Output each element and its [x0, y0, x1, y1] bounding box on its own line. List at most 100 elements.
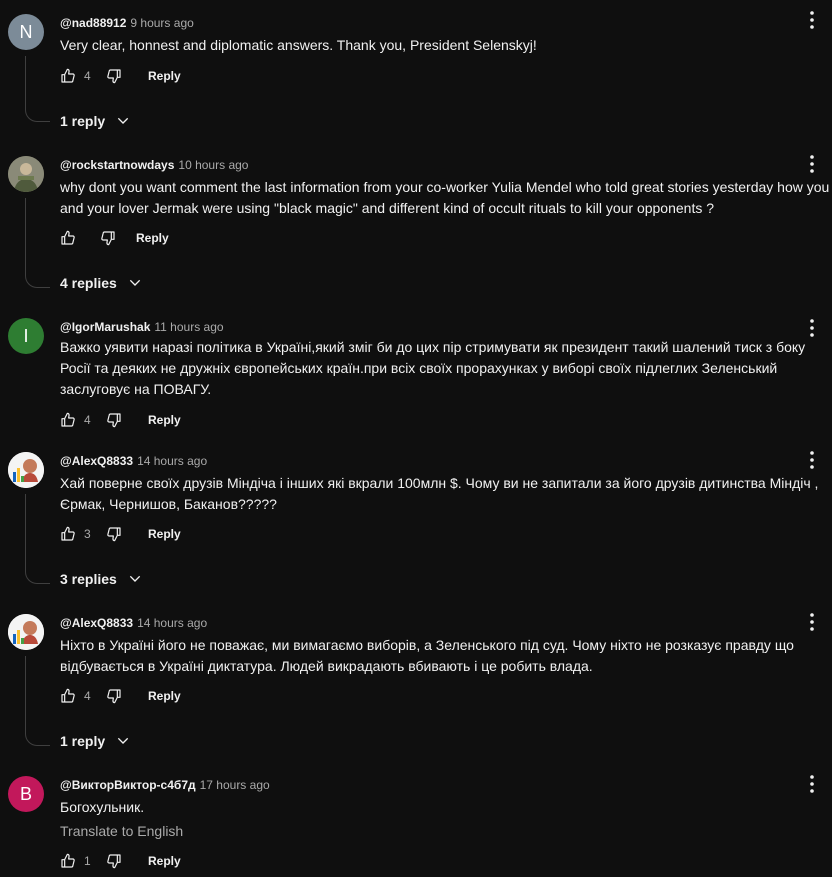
avatar-initial: N [19, 21, 33, 42]
reply-button[interactable]: Reply [148, 689, 181, 703]
dislike-button[interactable] [100, 230, 116, 246]
thumbs-down-icon [107, 69, 121, 84]
like-button[interactable] [60, 853, 76, 869]
dislike-button[interactable] [106, 688, 122, 704]
like-button[interactable] [60, 68, 76, 84]
thread-line [25, 494, 50, 584]
author-name[interactable]: @rockstartnowdays [60, 158, 174, 172]
author-name[interactable]: @AlexQ8833 [60, 616, 133, 630]
author-name[interactable]: @AlexQ8833 [60, 454, 133, 468]
timestamp[interactable]: 9 hours ago [130, 16, 193, 30]
more-options-button[interactable] [804, 612, 820, 632]
more-vertical-icon [810, 775, 814, 793]
dislike-button[interactable] [106, 412, 122, 428]
replies-count-label: 1 reply [60, 113, 106, 129]
comment-actions: 4 Reply [60, 686, 181, 706]
comment-text: Ніхто в Україні його не поважає, ми вима… [60, 637, 794, 674]
comment-text: Very clear, honnest and diplomatic answe… [60, 37, 537, 53]
chevron-down-icon [118, 117, 129, 124]
replies-count-label: 1 reply [60, 733, 106, 749]
thumbs-down-icon [107, 689, 121, 704]
author-name[interactable]: @ВикторВиктор-с4б7д [60, 778, 196, 792]
more-vertical-icon [810, 11, 814, 29]
dislike-button[interactable] [106, 68, 122, 84]
avatar[interactable] [8, 614, 44, 650]
more-vertical-icon [810, 155, 814, 173]
comment-actions: 1 Reply [60, 851, 181, 871]
like-button[interactable] [60, 230, 76, 246]
translate-button[interactable]: Translate to English [60, 823, 183, 839]
more-options-button[interactable] [804, 774, 820, 794]
like-button[interactable] [60, 526, 76, 542]
more-options-button[interactable] [804, 10, 820, 30]
more-options-button[interactable] [804, 154, 820, 174]
timestamp[interactable]: 11 hours ago [154, 320, 223, 334]
comment-header: @rockstartnowdays 10 hours ago [60, 158, 248, 172]
avatar[interactable]: N [8, 14, 44, 50]
comment-header: @AlexQ8833 14 hours ago [60, 454, 207, 468]
replies-count-label: 4 replies [60, 275, 117, 291]
comment-text: Важко уявити наразі політика в Україні,я… [60, 339, 806, 397]
reply-button[interactable]: Reply [148, 413, 181, 427]
view-replies-button[interactable]: 1 reply [60, 733, 131, 749]
avatar-photo [8, 452, 44, 488]
comment-header: @nad88912 9 hours ago [60, 16, 194, 30]
thread-line [25, 656, 50, 746]
chevron-down-icon [118, 737, 129, 744]
comment-actions: 4 Reply [60, 66, 181, 86]
like-button[interactable] [60, 412, 76, 428]
timestamp[interactable]: 14 hours ago [137, 454, 207, 468]
view-replies-button[interactable]: 1 reply [60, 113, 131, 129]
avatar-photo [8, 156, 44, 192]
comment-actions: 4 Reply [60, 410, 181, 430]
thumbs-down-icon [107, 413, 121, 428]
thread-line [25, 198, 50, 288]
timestamp[interactable]: 17 hours ago [200, 778, 270, 792]
comment-header: @IgorMarushak 11 hours ago [60, 320, 224, 334]
thumbs-up-icon [61, 68, 75, 83]
like-count: 1 [84, 854, 91, 868]
comment-text: why dont you want comment the last infor… [60, 179, 830, 216]
comment-header: @ВикторВиктор-с4б7д 17 hours ago [60, 778, 270, 792]
like-count: 4 [84, 689, 91, 703]
more-vertical-icon [810, 451, 814, 469]
avatar[interactable]: B [8, 776, 44, 812]
reply-button[interactable]: Reply [148, 69, 181, 83]
more-options-button[interactable] [804, 318, 820, 338]
like-count: 3 [84, 527, 91, 541]
like-count: 4 [84, 69, 91, 83]
comment-text: Хай поверне своїх друзів Міндіча і інших… [60, 475, 819, 512]
more-vertical-icon [810, 613, 814, 631]
more-vertical-icon [810, 319, 814, 337]
thumbs-up-icon [61, 230, 75, 245]
avatar-initial: B [19, 783, 32, 804]
dislike-button[interactable] [106, 526, 122, 542]
chevron-down-icon [129, 279, 140, 286]
replies-count-label: 3 replies [60, 571, 117, 587]
avatar-initial: I [23, 325, 29, 346]
dislike-button[interactable] [106, 853, 122, 869]
thumbs-up-icon [61, 688, 75, 703]
author-name[interactable]: @IgorMarushak [60, 320, 150, 334]
avatar[interactable]: I [8, 318, 44, 354]
view-replies-button[interactable]: 3 replies [60, 571, 143, 587]
timestamp[interactable]: 10 hours ago [178, 158, 248, 172]
author-name[interactable]: @nad88912 [60, 16, 126, 30]
avatar-photo [8, 614, 44, 650]
thumbs-up-icon [61, 412, 75, 427]
like-count: 4 [84, 413, 91, 427]
chevron-down-icon [129, 575, 140, 582]
reply-button[interactable]: Reply [136, 231, 169, 245]
timestamp[interactable]: 14 hours ago [137, 616, 207, 630]
more-options-button[interactable] [804, 450, 820, 470]
comment-text: Богохульник. [60, 799, 145, 815]
reply-button[interactable]: Reply [148, 527, 181, 541]
avatar[interactable] [8, 452, 44, 488]
thumbs-down-icon [107, 527, 121, 542]
comment-actions: 3 Reply [60, 524, 181, 544]
thumbs-down-icon [107, 854, 121, 869]
avatar[interactable] [8, 156, 44, 192]
like-button[interactable] [60, 688, 76, 704]
view-replies-button[interactable]: 4 replies [60, 275, 143, 291]
reply-button[interactable]: Reply [148, 854, 181, 868]
